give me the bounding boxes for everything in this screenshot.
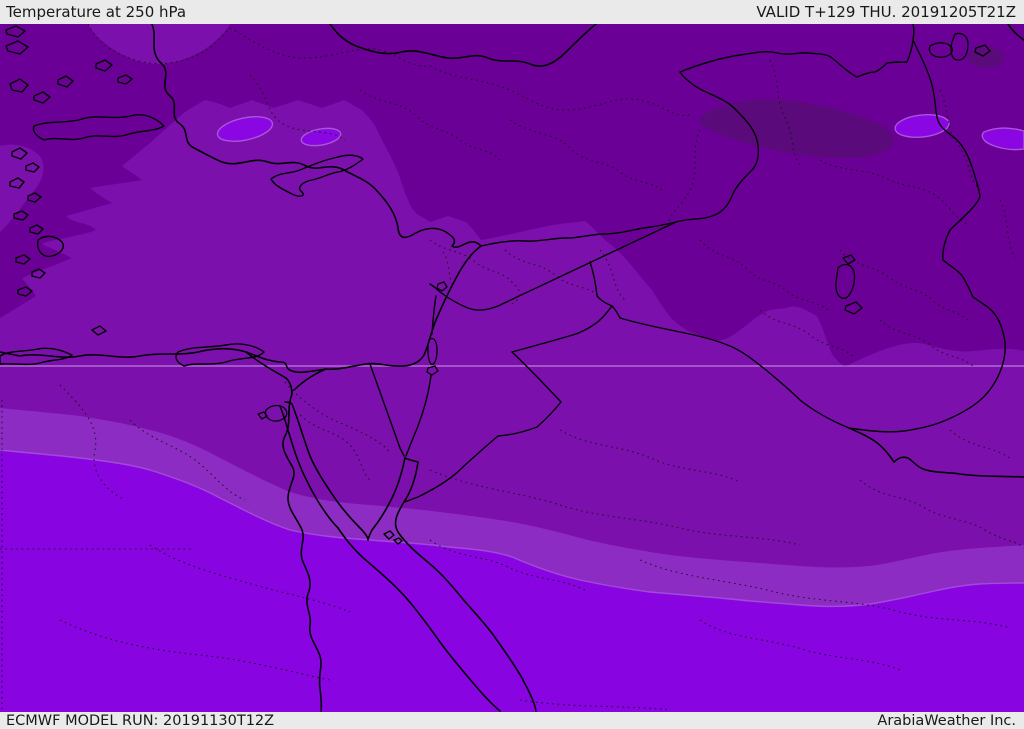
temp-band-darkest-spot: [968, 46, 1004, 68]
weather-map-screen: Temperature at 250 hPa VALID T+129 THU. …: [0, 0, 1024, 729]
model-run-label: ECMWF MODEL RUN: 20191130T12Z: [6, 712, 275, 729]
map-canvas: [0, 24, 1024, 712]
brand-label: ArabiaWeather Inc.: [877, 712, 1016, 729]
valid-time-label: VALID T+129 THU. 20191205T21Z: [756, 3, 1016, 21]
page-title: Temperature at 250 hPa: [6, 3, 187, 21]
header-bar: Temperature at 250 hPa VALID T+129 THU. …: [0, 0, 1024, 24]
footer-bar: ECMWF MODEL RUN: 20191130T12Z ArabiaWeat…: [0, 712, 1024, 729]
temperature-bands: [0, 24, 1024, 712]
